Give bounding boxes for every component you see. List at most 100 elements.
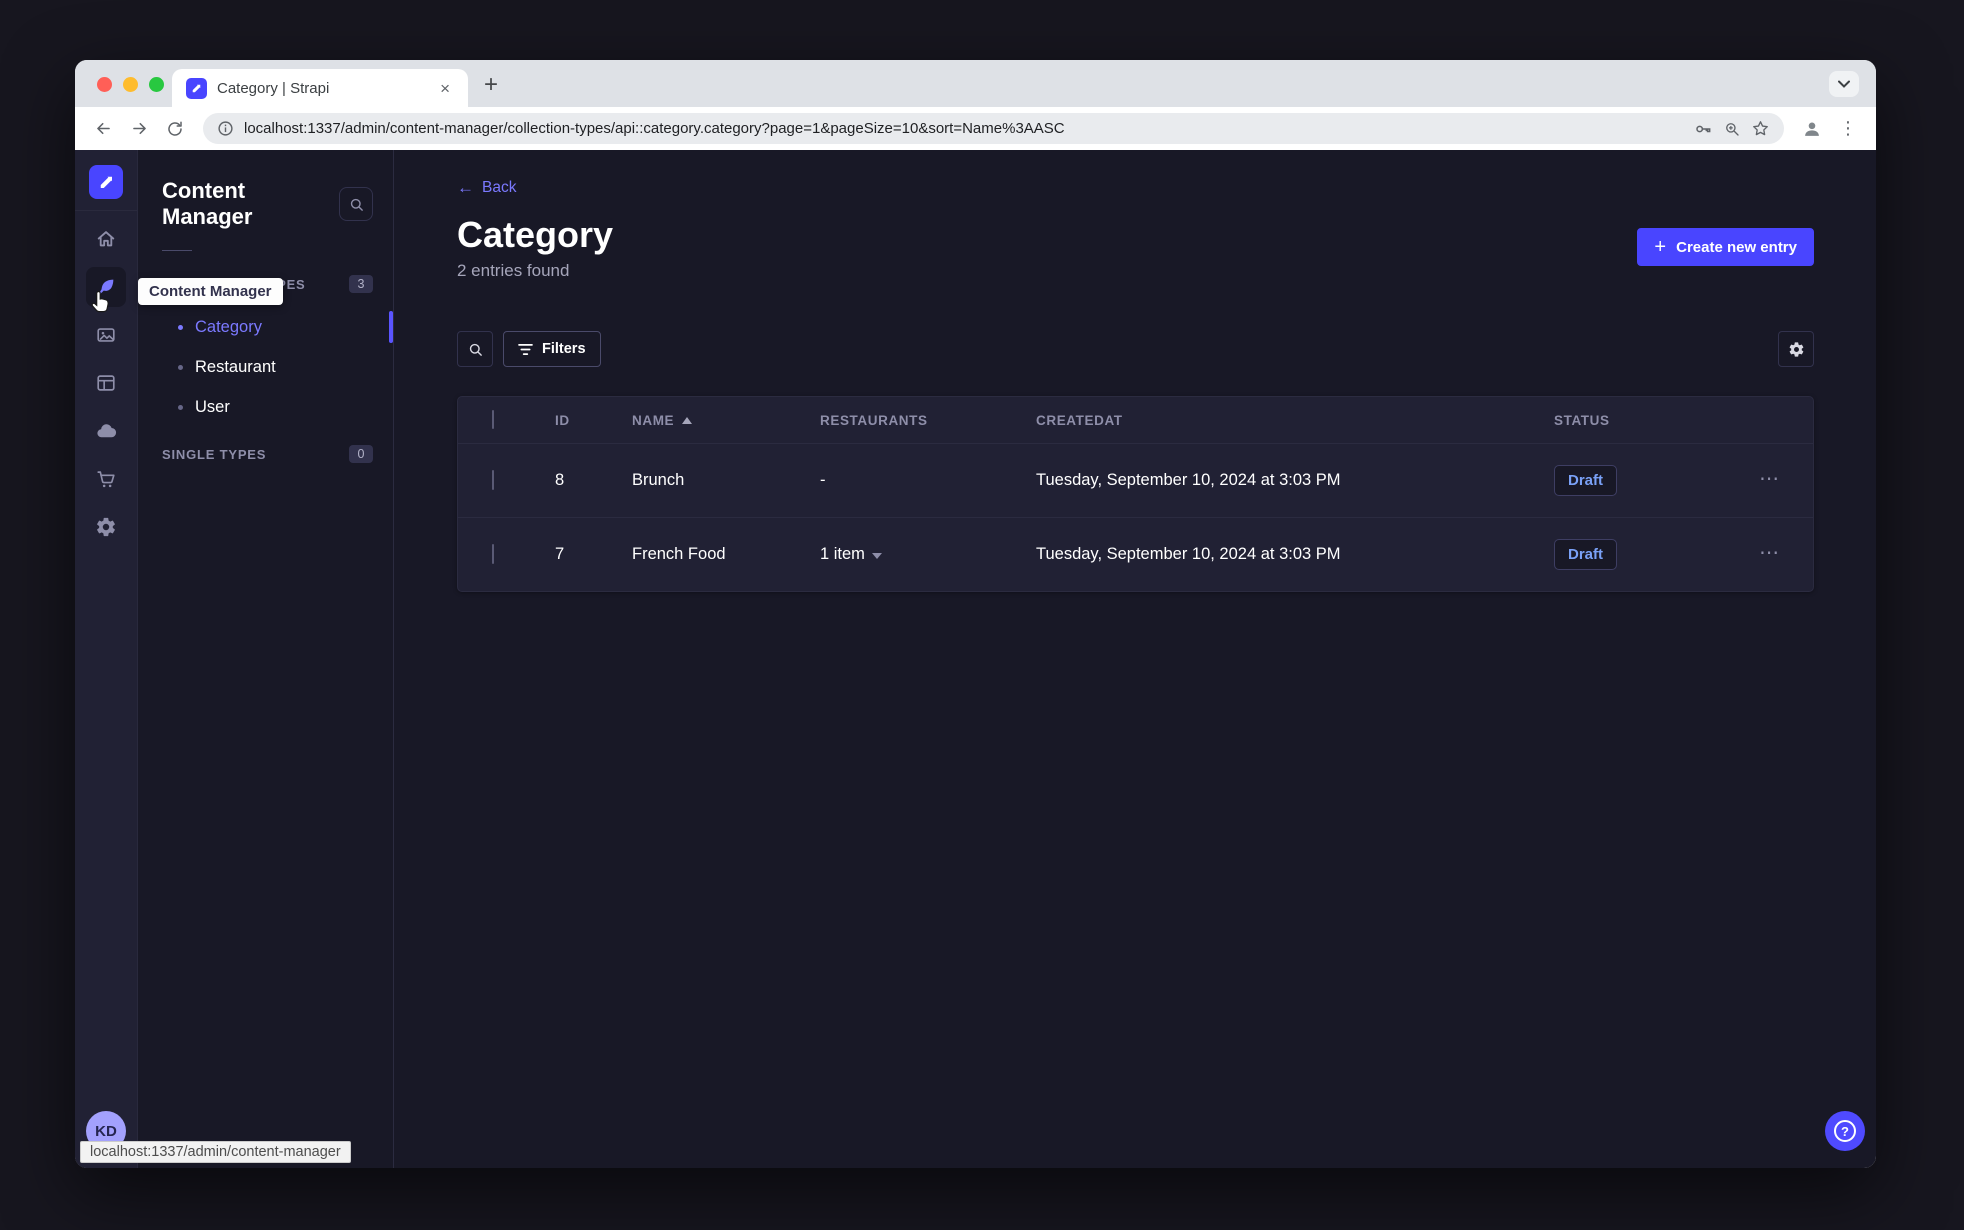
cell-restaurants[interactable]: 1 item <box>820 545 1036 564</box>
strapi-logo[interactable] <box>89 165 123 199</box>
bullet-icon <box>178 364 183 370</box>
collection-types-list: Category Restaurant User <box>138 307 393 427</box>
filter-icon <box>518 343 533 355</box>
column-header-name[interactable]: NAME <box>632 413 820 428</box>
nav-settings-button[interactable] <box>86 507 126 547</box>
bullet-icon <box>178 404 183 410</box>
password-key-icon[interactable] <box>1693 119 1713 139</box>
back-label: Back <box>482 179 517 196</box>
create-new-entry-button[interactable]: + Create new entry <box>1637 228 1814 266</box>
row-actions-button[interactable]: ⋯ <box>1755 462 1785 496</box>
zoom-icon[interactable] <box>1723 120 1741 138</box>
window-controls <box>97 77 164 92</box>
browser-profile-icon[interactable] <box>1798 115 1826 143</box>
help-button[interactable]: ? <box>1825 1111 1865 1151</box>
bullet-icon <box>178 324 183 330</box>
main-nav-rail: KD <box>75 150 138 1168</box>
search-icon <box>469 343 482 356</box>
sidebar-item-category[interactable]: Category <box>138 307 393 347</box>
page-info-icon[interactable] <box>217 120 234 137</box>
tab-search-button[interactable] <box>1829 71 1859 97</box>
cell-name: Brunch <box>632 471 685 490</box>
entries-count: 2 entries found <box>457 261 570 281</box>
collection-types-count-badge: 3 <box>349 275 373 293</box>
minimize-window-button[interactable] <box>123 77 138 92</box>
url-text: localhost:1337/admin/content-manager/col… <box>244 120 1065 137</box>
browser-tab-strip: Category | Strapi × + <box>75 60 1876 107</box>
cell-restaurants: - <box>820 471 826 490</box>
bookmark-star-icon[interactable] <box>1751 119 1770 138</box>
strapi-favicon <box>186 77 207 99</box>
nav-home-button[interactable] <box>86 219 126 259</box>
cell-createdat: Tuesday, September 10, 2024 at 3:03 PM <box>1036 545 1341 564</box>
page-header: Category 2 entries found + Create new en… <box>457 214 1814 281</box>
cell-id: 8 <box>555 471 565 490</box>
cell-name: French Food <box>632 545 726 564</box>
close-window-button[interactable] <box>97 77 112 92</box>
nav-media-library-button[interactable] <box>86 315 126 355</box>
single-types-section-header: SINGLE TYPES 0 <box>138 445 393 463</box>
filters-button[interactable]: Filters <box>503 331 601 368</box>
tab-close-icon[interactable]: × <box>436 78 454 99</box>
nav-content-type-builder-button[interactable] <box>86 363 126 403</box>
help-icon: ? <box>1834 1120 1856 1142</box>
single-types-count-badge: 0 <box>349 445 373 463</box>
entries-table: ID NAME RESTAURANTS CREATEDAT STATUS 8 B… <box>457 396 1814 593</box>
table-search-button[interactable] <box>457 331 493 368</box>
row-checkbox[interactable] <box>492 544 494 565</box>
nav-content-manager-button[interactable] <box>86 267 126 307</box>
title-block: Category 2 entries found <box>457 214 613 281</box>
table-row[interactable]: 7 French Food 1 item Tuesday, September … <box>458 517 1813 591</box>
rail-nav-items <box>86 211 126 547</box>
table-row[interactable]: 8 Brunch - Tuesday, September 10, 2024 a… <box>458 443 1813 517</box>
sidebar-item-label: User <box>195 397 230 416</box>
content-manager-subnav: Content Manager COLLECTION TYPES 3 Categ… <box>138 150 394 1168</box>
back-link[interactable]: ← Back <box>457 178 516 198</box>
table-header-row: ID NAME RESTAURANTS CREATEDAT STATUS <box>458 397 1813 443</box>
cell-createdat: Tuesday, September 10, 2024 at 3:03 PM <box>1036 471 1341 490</box>
back-nav-button[interactable] <box>89 115 117 143</box>
content-manager-tooltip: Content Manager <box>138 278 283 305</box>
table-settings-button[interactable] <box>1778 331 1814 368</box>
sidebar-item-restaurant[interactable]: Restaurant <box>138 347 393 387</box>
sidebar-item-label: Category <box>195 317 262 336</box>
main-content: ← Back Category 2 entries found + Create… <box>394 150 1876 1168</box>
status-badge: Draft <box>1554 465 1618 497</box>
back-arrow-icon: ← <box>457 178 474 197</box>
new-tab-button[interactable]: + <box>476 70 506 100</box>
nav-marketplace-button[interactable] <box>86 459 126 499</box>
browser-tab[interactable]: Category | Strapi × <box>172 69 468 107</box>
filters-label: Filters <box>542 341 586 358</box>
active-indicator <box>389 311 393 343</box>
nav-cloud-button[interactable] <box>86 411 126 451</box>
status-bar-link-preview: localhost:1337/admin/content-manager <box>80 1141 351 1163</box>
column-header-createdat[interactable]: CREATEDAT <box>1036 413 1554 428</box>
row-checkbox[interactable] <box>492 470 494 491</box>
page-title: Category <box>457 214 614 255</box>
fullscreen-window-button[interactable] <box>149 77 164 92</box>
browser-menu-icon[interactable]: ⋮ <box>1834 115 1862 143</box>
single-types-label: SINGLE TYPES <box>162 446 267 462</box>
forward-nav-button[interactable] <box>125 115 153 143</box>
url-bar[interactable]: localhost:1337/admin/content-manager/col… <box>203 113 1784 144</box>
browser-window: Category | Strapi × + localhost:1337/adm… <box>75 60 1876 1168</box>
cell-id: 7 <box>555 545 565 564</box>
gear-icon <box>1789 342 1803 357</box>
subnav-title: Content Manager <box>162 178 253 229</box>
sidebar-item-user[interactable]: User <box>138 387 393 427</box>
subnav-header: Content Manager <box>138 150 393 230</box>
column-header-restaurants[interactable]: RESTAURANTS <box>820 413 1036 428</box>
column-header-status[interactable]: STATUS <box>1554 413 1755 428</box>
select-all-checkbox[interactable] <box>492 410 494 430</box>
column-header-id[interactable]: ID <box>555 413 632 428</box>
browser-toolbar: localhost:1337/admin/content-manager/col… <box>75 107 1876 150</box>
subnav-search-button[interactable] <box>339 187 373 221</box>
reload-button[interactable] <box>161 115 189 143</box>
status-badge: Draft <box>1554 539 1618 571</box>
create-button-label: Create new entry <box>1676 238 1797 256</box>
search-icon <box>350 198 363 211</box>
sidebar-item-label: Restaurant <box>195 357 276 376</box>
action-bar-left: Filters <box>457 331 601 368</box>
table-action-bar: Filters <box>457 331 1814 368</box>
row-actions-button[interactable]: ⋯ <box>1755 536 1785 570</box>
